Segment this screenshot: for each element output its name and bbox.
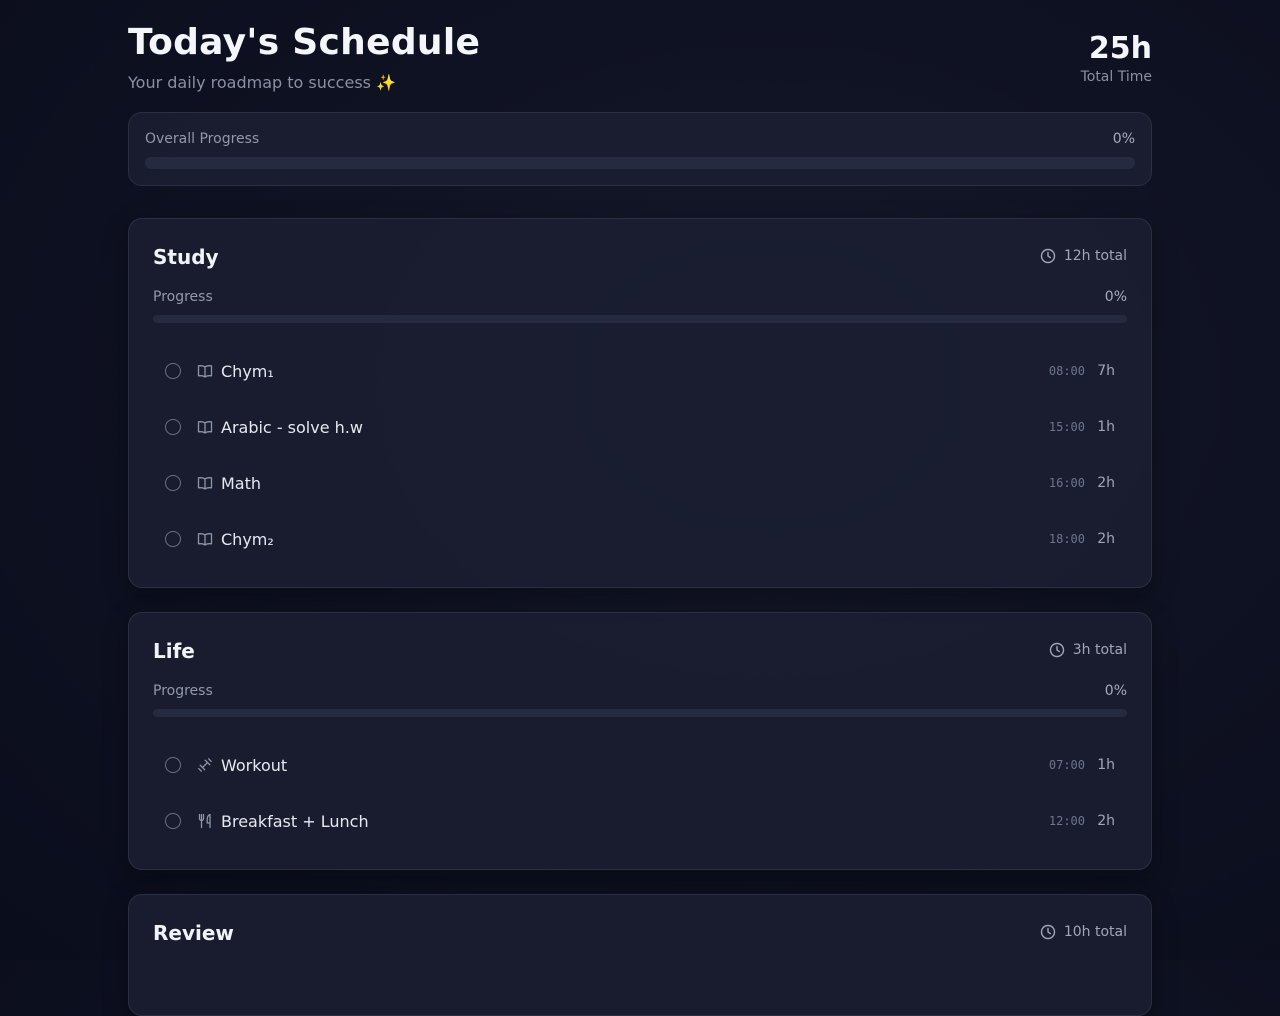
section-progress-label: Progress — [153, 683, 213, 699]
task-duration: 7h — [1097, 363, 1115, 379]
dumbbell-icon — [196, 756, 214, 774]
clock-icon — [1049, 642, 1064, 658]
task-time: 07:00 — [1048, 758, 1085, 772]
header: Today's Schedule Your daily roadmap to s… — [128, 0, 1152, 112]
book-icon — [196, 418, 214, 436]
task-item[interactable]: Arabic - solve h.w 15:00 1h — [153, 399, 1127, 455]
section-total: 3h total — [1049, 642, 1127, 658]
task-item[interactable]: Math 16:00 2h — [153, 455, 1127, 511]
total-time: 25h Total Time — [1081, 30, 1152, 86]
task-checkbox[interactable] — [165, 757, 181, 773]
task-time: 16:00 — [1048, 476, 1085, 490]
task-time: 18:00 — [1048, 532, 1085, 546]
task-duration: 1h — [1097, 419, 1115, 435]
section-progress-percent: 0% — [1104, 289, 1127, 305]
task-checkbox[interactable] — [165, 419, 181, 435]
task-duration: 2h — [1097, 813, 1115, 829]
book-icon — [196, 362, 214, 380]
schedule-page: Today's Schedule Your daily roadmap to s… — [128, 0, 1152, 1016]
section-total-text: 12h total — [1063, 248, 1127, 264]
section-total: 10h total — [1040, 924, 1127, 940]
task-duration: 2h — [1097, 531, 1115, 547]
task-name: Arabic - solve h.w — [221, 417, 363, 437]
task-list: Chym₁ 08:00 7h Arabic - solve h.w 15:00 … — [153, 343, 1127, 567]
page-title: Today's Schedule — [128, 22, 481, 63]
overall-progress-bar — [145, 157, 1135, 169]
task-checkbox[interactable] — [165, 813, 181, 829]
task-duration: 2h — [1097, 475, 1115, 491]
task-name: Workout — [221, 755, 288, 775]
total-time-label: Total Time — [1080, 69, 1152, 85]
section-total: 12h total — [1040, 248, 1127, 264]
overall-progress-label: Overall Progress — [145, 131, 260, 147]
task-item[interactable]: Chym₁ 08:00 7h — [153, 343, 1127, 399]
task-item[interactable]: Workout 07:00 1h — [153, 737, 1127, 793]
section-title: Life — [153, 639, 195, 663]
task-name: Breakfast + Lunch — [221, 811, 369, 831]
book-icon — [196, 530, 214, 548]
section-total-text: 3h total — [1072, 642, 1127, 658]
section-study: Study 12h total Progress 0% Chym₁ 08:00 … — [128, 218, 1152, 588]
clock-icon — [1040, 248, 1056, 264]
task-item[interactable]: Chym₂ 18:00 2h — [153, 511, 1127, 567]
task-time: 08:00 — [1048, 364, 1085, 378]
task-item[interactable]: Breakfast + Lunch 12:00 2h — [153, 793, 1127, 849]
section-progress-bar — [153, 709, 1127, 717]
task-time: 15:00 — [1048, 420, 1085, 434]
overall-progress-card: Overall Progress 0% — [128, 112, 1152, 186]
task-checkbox[interactable] — [165, 475, 181, 491]
section-progress: Progress 0% — [153, 289, 1127, 305]
task-checkbox[interactable] — [165, 363, 181, 379]
clock-icon — [1040, 924, 1056, 940]
task-name: Chym₂ — [221, 529, 274, 549]
section-total-text: 10h total — [1063, 924, 1127, 940]
section-progress-bar — [153, 315, 1127, 323]
section-progress-percent: 0% — [1104, 683, 1127, 699]
book-icon — [196, 474, 214, 492]
task-name: Math — [221, 473, 262, 493]
overall-progress-percent: 0% — [1112, 131, 1135, 147]
task-list: Workout 07:00 1h Breakfast + Lunch 12:00… — [153, 737, 1127, 849]
total-time-value: 25h — [1088, 31, 1152, 66]
utensils-icon — [196, 812, 214, 830]
section-life: Life 3h total Progress 0% Workout 07:00 … — [128, 612, 1152, 870]
task-time: 12:00 — [1048, 814, 1085, 828]
section-title: Review — [153, 921, 234, 945]
page-subtitle: Your daily roadmap to success ✨ — [128, 73, 396, 92]
section-review: Review 10h total — [128, 894, 1152, 1016]
task-name: Chym₁ — [221, 361, 274, 381]
section-title: Study — [153, 245, 219, 269]
task-checkbox[interactable] — [165, 531, 181, 547]
section-progress: Progress 0% — [153, 683, 1127, 699]
task-duration: 1h — [1097, 757, 1115, 773]
section-progress-label: Progress — [153, 289, 213, 305]
